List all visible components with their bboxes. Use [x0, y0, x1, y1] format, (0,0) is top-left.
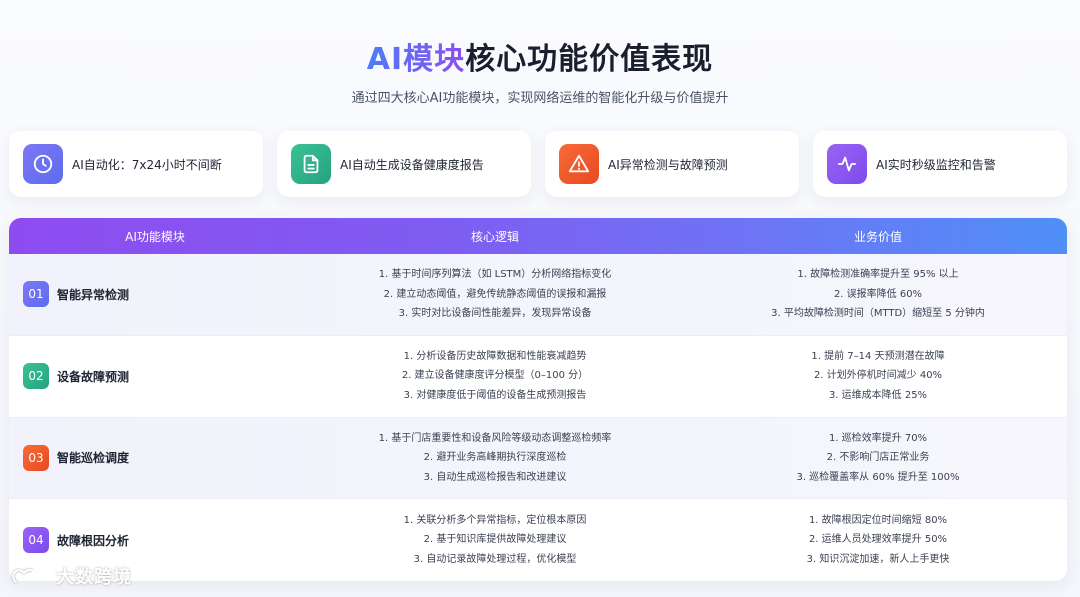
table-row: 02 设备故障预测 1. 分析设备历史故障数据和性能衰减趋势 2. 建立设备健康… — [9, 336, 1067, 418]
value-line: 2. 计划外停机时间减少 40% — [813, 370, 943, 382]
module-name: 智能异常检测 — [57, 287, 130, 302]
logic-line: 3. 自动记录故障处理过程，优化模型 — [413, 553, 577, 565]
feature-card-label: AI自动生成设备健康度报告 — [340, 157, 484, 172]
logic-line: 3. 自动生成巡检报告和改进建议 — [423, 471, 567, 483]
value-line: 1. 故障检测准确率提升至 95% 以上 — [797, 269, 959, 281]
feature-card-label: AI异常检测与故障预测 — [608, 157, 728, 172]
table-header: AI功能模块 核心逻辑 业务价值 — [9, 218, 1067, 254]
row-number-badge: 01 — [23, 281, 49, 308]
module-cell: 01 智能异常检测 — [9, 281, 301, 308]
watermark: 大数跨境 — [10, 563, 132, 589]
warning-icon — [559, 144, 599, 184]
module-name: 设备故障预测 — [57, 369, 130, 384]
feature-card-label: AI实时秒级监控和告警 — [876, 157, 996, 172]
logic-cell: 1. 分析设备历史故障数据和性能衰减趋势 2. 建立设备健康度评分模型（0–10… — [301, 347, 689, 406]
feature-card-automation: AI自动化：7x24小时不间断 — [9, 131, 263, 197]
value-line: 1. 巡检效率提升 70% — [828, 432, 928, 444]
watermark-logo-icon — [12, 568, 49, 583]
value-line: 1. 提前 7–14 天预测潜在故障 — [811, 350, 945, 362]
clock-icon — [23, 144, 63, 184]
header-logic: 核心逻辑 — [470, 229, 519, 244]
module-cell: 04 故障根因分析 — [9, 527, 301, 554]
document-icon — [291, 144, 331, 184]
value-line: 2. 误报率降低 60% — [833, 288, 923, 300]
value-line: 3. 平均故障检测时间（MTTD）缩短至 5 分钟内 — [771, 308, 985, 320]
logic-line: 3. 对健康度低于阈值的设备生成预测报告 — [403, 389, 587, 401]
watermark-text: 大数跨境 — [56, 567, 132, 588]
row-number-badge: 04 — [23, 527, 49, 554]
value-line: 3. 运维成本降低 25% — [828, 389, 928, 401]
table-row: 03 智能巡检调度 1. 基于门店重要性和设备风险等级动态调整巡检频率 2. 避… — [9, 417, 1067, 500]
logic-line: 3. 实时对比设备间性能差异，发现异常设备 — [398, 308, 592, 320]
feature-card-health-report: AI自动生成设备健康度报告 — [277, 131, 531, 197]
title-rest: 核心功能价值表现 — [465, 42, 714, 77]
value-line: 3. 巡检覆盖率从 60% 提升至 100% — [796, 471, 960, 483]
table-row: 04 故障根因分析 1. 关联分析多个异常指标，定位根本原因 2. 基于知识库提… — [9, 499, 1067, 581]
logic-line: 1. 关联分析多个异常指标，定位根本原因 — [403, 514, 587, 526]
logic-cell: 1. 基于门店重要性和设备风险等级动态调整巡检频率 2. 避开业务高峰期执行深度… — [301, 429, 689, 488]
module-name: 智能巡检调度 — [57, 451, 130, 466]
ai-module-table: AI功能模块 核心逻辑 业务价值 01 智能异常检测 1. 基于时间序列算法（如… — [9, 218, 1067, 581]
logic-line: 1. 基于时间序列算法（如 LSTM）分析网络指标变化 — [378, 269, 612, 281]
page-title: AI模块核心功能价值表现 — [0, 34, 1080, 78]
value-cell: 1. 故障根因定位时间缩短 80% 2. 运维人员处理效率提升 50% 3. 知… — [689, 511, 1067, 570]
table-row: 01 智能异常检测 1. 基于时间序列算法（如 LSTM）分析网络指标变化 2.… — [9, 254, 1067, 336]
feature-cards: AI自动化：7x24小时不间断 AI自动生成设备健康度报告 AI异常检测与故障预… — [9, 131, 1067, 197]
value-line: 2. 运维人员处理效率提升 50% — [808, 534, 948, 546]
row-number-badge: 02 — [23, 363, 49, 390]
logic-line: 2. 建立动态阈值，避免传统静态阈值的误报和漏报 — [383, 288, 607, 300]
header-value: 业务价值 — [853, 229, 902, 244]
header-module: AI功能模块 — [125, 229, 185, 244]
module-cell: 02 设备故障预测 — [9, 363, 301, 390]
value-line: 3. 知识沉淀加速，新人上手更快 — [806, 553, 950, 565]
title-highlight: AI模块 — [366, 42, 466, 77]
logic-line: 1. 基于门店重要性和设备风险等级动态调整巡检频率 — [378, 432, 612, 444]
feature-card-anomaly: AI异常检测与故障预测 — [545, 131, 799, 197]
logic-line: 2. 建立设备健康度评分模型（0–100 分） — [401, 370, 589, 382]
logic-line: 2. 避开业务高峰期执行深度巡检 — [423, 452, 567, 464]
logic-line: 2. 基于知识库提供故障处理建议 — [423, 534, 567, 546]
row-number-badge: 03 — [23, 444, 49, 471]
module-name: 故障根因分析 — [57, 533, 130, 548]
logic-line: 1. 分析设备历史故障数据和性能衰减趋势 — [403, 350, 587, 362]
value-line: 2. 不影响门店正常业务 — [826, 452, 930, 464]
value-cell: 1. 故障检测准确率提升至 95% 以上 2. 误报率降低 60% 3. 平均故… — [689, 265, 1067, 324]
value-line: 1. 故障根因定位时间缩短 80% — [808, 514, 948, 526]
logic-cell: 1. 关联分析多个异常指标，定位根本原因 2. 基于知识库提供故障处理建议 3.… — [301, 511, 689, 570]
feature-card-label: AI自动化：7x24小时不间断 — [72, 157, 222, 172]
module-cell: 03 智能巡检调度 — [9, 444, 301, 471]
value-cell: 1. 巡检效率提升 70% 2. 不影响门店正常业务 3. 巡检覆盖率从 60%… — [689, 429, 1067, 488]
pulse-icon — [827, 144, 867, 184]
feature-card-monitoring: AI实时秒级监控和告警 — [813, 131, 1067, 197]
page-subtitle: 通过四大核心AI功能模块，实现网络运维的智能化升级与价值提升 — [351, 91, 729, 106]
logic-cell: 1. 基于时间序列算法（如 LSTM）分析网络指标变化 2. 建立动态阈值，避免… — [301, 265, 689, 324]
value-cell: 1. 提前 7–14 天预测潜在故障 2. 计划外停机时间减少 40% 3. 运… — [689, 347, 1067, 406]
